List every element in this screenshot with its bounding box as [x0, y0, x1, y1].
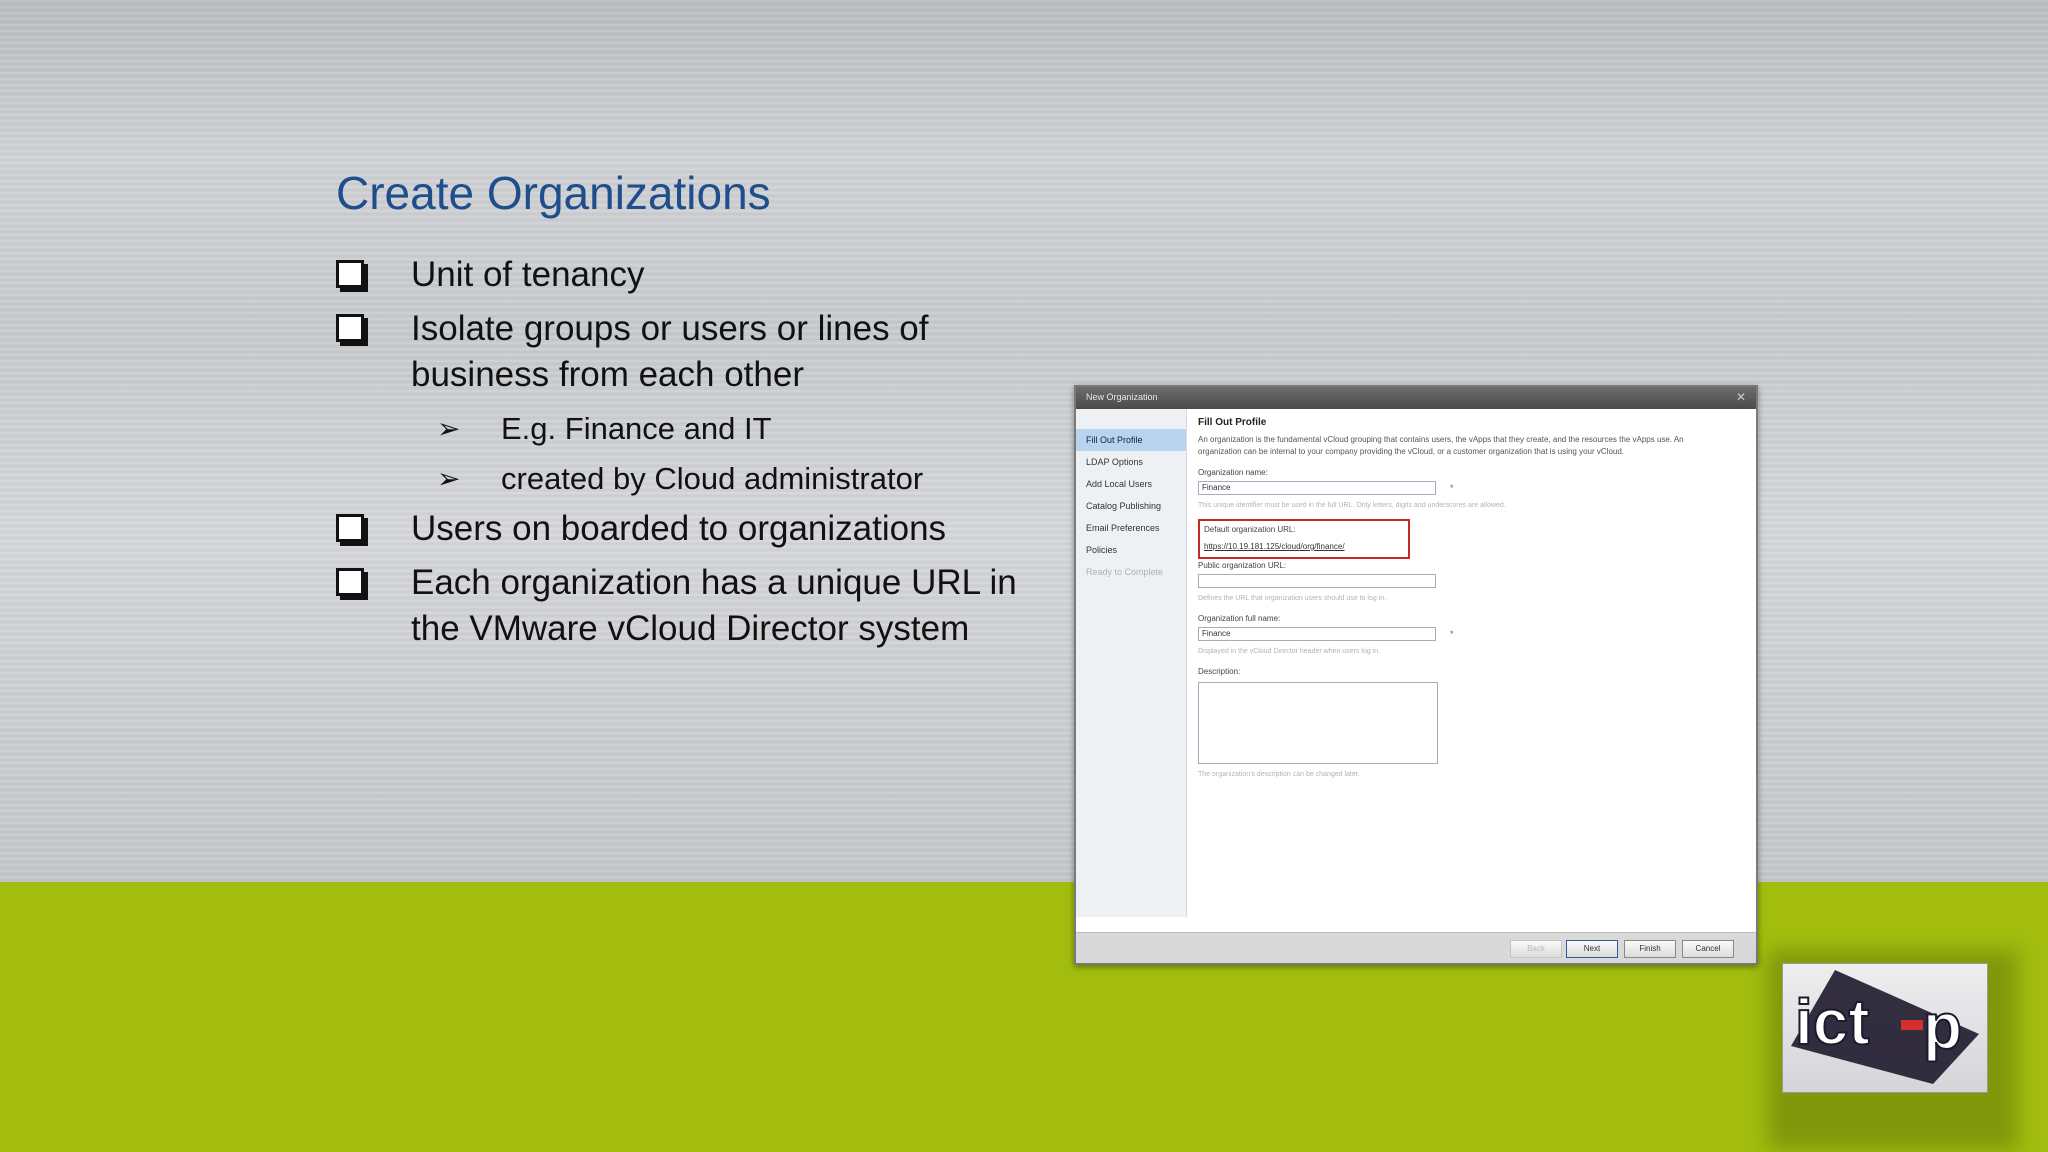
default-url-link[interactable]: https://10.19.181.125/cloud/org/finance/: [1204, 542, 1404, 551]
section-description: An organization is the fundamental vClou…: [1198, 435, 1684, 456]
checkbox-bullet-icon: [336, 514, 364, 542]
dialog-titlebar: New Organization ✕: [1076, 387, 1756, 409]
sub-bullet-item: ➢ created by Cloud administrator: [336, 456, 1056, 502]
full-name-input[interactable]: Finance: [1198, 627, 1436, 641]
default-url-label: Default organization URL:: [1204, 525, 1296, 534]
nav-item-ready-to-complete: Ready to Complete: [1086, 567, 1164, 577]
bullet-text: Isolate groups or users or lines of busi…: [411, 309, 929, 394]
required-marker: *: [1450, 483, 1454, 493]
ict-p-logo-icon: ict p: [1791, 970, 1979, 1084]
nav-item-ldap-options[interactable]: LDAP Options: [1076, 451, 1186, 473]
public-url-input[interactable]: [1198, 574, 1436, 588]
cancel-button[interactable]: Cancel: [1682, 940, 1734, 958]
nav-item-add-local-users[interactable]: Add Local Users: [1076, 473, 1186, 495]
description-textarea[interactable]: [1198, 682, 1438, 764]
nav-item-catalog-publishing[interactable]: Catalog Publishing: [1076, 495, 1186, 517]
public-url-help: Defines the URL that organization users …: [1198, 595, 1387, 602]
sub-bullet-text: created by Cloud administrator: [501, 461, 924, 496]
bullet-text: Users on boarded to organizations: [411, 509, 947, 548]
bullet-item: Unit of tenancy: [336, 252, 1056, 298]
bullet-text: Each organization has a unique URL in th…: [411, 563, 1017, 648]
default-url-highlight: Default organization URL: https://10.19.…: [1198, 519, 1410, 559]
org-name-label: Organization name:: [1198, 468, 1268, 477]
org-name-help: This unique identifier must be used in t…: [1198, 502, 1506, 509]
checkbox-bullet-icon: [336, 568, 364, 596]
sub-bullet-text: E.g. Finance and IT: [501, 411, 772, 446]
bullet-item: Users on boarded to organizations: [336, 506, 1056, 552]
svg-text:p: p: [1923, 990, 1962, 1062]
dialog-footer: Back Next Finish Cancel: [1076, 932, 1756, 963]
svg-text:ict: ict: [1795, 986, 1870, 1058]
section-heading: Fill Out Profile: [1198, 417, 1267, 428]
full-name-help: Displayed in the vCloud Director header …: [1198, 648, 1381, 655]
nav-item-email-preferences[interactable]: Email Preferences: [1076, 517, 1186, 539]
bullet-text: Unit of tenancy: [411, 255, 645, 294]
sub-bullet-item: ➢ E.g. Finance and IT: [336, 406, 1056, 452]
ict-p-logo: ict p: [1782, 963, 1988, 1093]
wizard-nav: Fill Out Profile LDAP Options Add Local …: [1076, 409, 1187, 917]
description-help: The organization's description can be ch…: [1198, 771, 1360, 778]
org-name-input[interactable]: Finance: [1198, 481, 1436, 495]
bullet-item: Each organization has a unique URL in th…: [336, 560, 1056, 652]
checkbox-bullet-icon: [336, 260, 364, 288]
checkbox-bullet-icon: [336, 314, 364, 342]
bullet-item: Isolate groups or users or lines of busi…: [336, 306, 1056, 398]
nav-item-fill-out-profile[interactable]: Fill Out Profile: [1076, 429, 1186, 451]
next-button[interactable]: Next: [1566, 940, 1618, 958]
new-organization-dialog-screenshot: New Organization ✕ Fill Out Profile LDAP…: [1074, 385, 1758, 965]
public-url-label: Public organization URL:: [1198, 561, 1287, 570]
slide-title: Create Organizations: [336, 167, 771, 219]
close-icon[interactable]: ✕: [1736, 390, 1746, 404]
finish-button[interactable]: Finish: [1624, 940, 1676, 958]
required-marker: *: [1450, 629, 1454, 639]
wizard-main: Fill Out Profile An organization is the …: [1198, 417, 1743, 780]
full-name-label: Organization full name:: [1198, 614, 1281, 623]
dialog-title: New Organization: [1086, 392, 1158, 402]
arrow-bullet-icon: ➢: [437, 463, 461, 494]
arrow-bullet-icon: ➢: [437, 413, 461, 444]
description-label: Description:: [1198, 667, 1241, 676]
back-button[interactable]: Back: [1510, 940, 1562, 958]
nav-item-policies[interactable]: Policies: [1076, 539, 1186, 561]
bullet-list: Unit of tenancy Isolate groups or users …: [336, 252, 1056, 660]
